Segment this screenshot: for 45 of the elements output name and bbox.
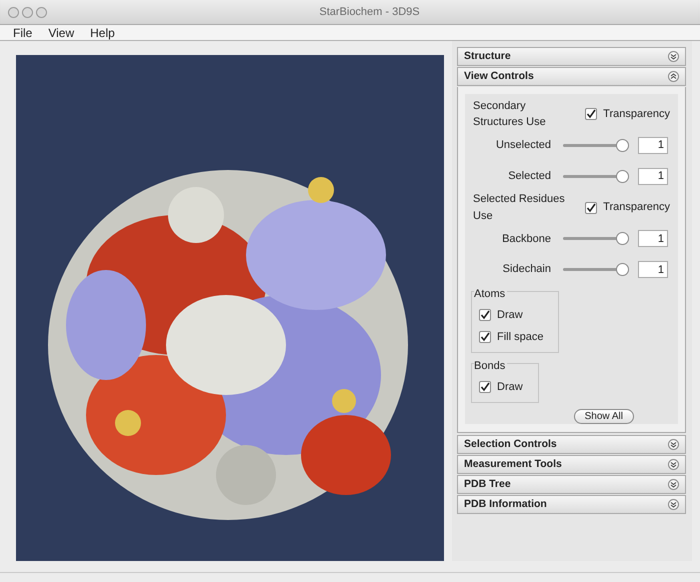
menu-item[interactable]: Help	[90, 24, 115, 42]
slider[interactable]	[563, 170, 629, 183]
slider[interactable]	[563, 263, 629, 276]
checkbox-label: Transparency	[603, 200, 670, 216]
checkbox[interactable]	[585, 202, 598, 214]
control-label: Sidechain	[502, 262, 551, 278]
panel-header[interactable]: Measurement Tools	[457, 455, 686, 474]
checkbox[interactable]	[479, 381, 491, 393]
slider-thumb[interactable]	[616, 138, 629, 152]
slider[interactable]	[563, 138, 629, 152]
slider-thumb[interactable]	[616, 263, 629, 276]
expand-icon[interactable]	[668, 51, 679, 62]
slider-thumb[interactable]	[616, 170, 629, 183]
expand-icon[interactable]	[668, 459, 679, 470]
checkbox-label: Draw	[497, 380, 523, 395]
number-field[interactable]: 1	[638, 168, 668, 185]
checkbox[interactable]	[585, 108, 598, 120]
control-label: Backbone	[501, 232, 551, 247]
number-field[interactable]: 1	[638, 230, 668, 248]
slider[interactable]	[563, 232, 629, 246]
control-label: Secondary Structures Use	[473, 98, 547, 130]
panel-header[interactable]: Selection Controls	[457, 435, 686, 454]
expand-icon[interactable]	[668, 439, 679, 450]
checkbox-label: Fill space	[497, 330, 544, 345]
checkbox-label: Transparency	[603, 106, 670, 122]
window-title: StarBiochem - 3D9S	[319, 4, 420, 20]
menu-item[interactable]: View	[48, 24, 74, 42]
show-all-button[interactable]: Show All	[574, 409, 634, 424]
control-label: Unselected	[494, 138, 551, 154]
control-label: Selected	[507, 168, 551, 184]
number-field[interactable]: 1	[638, 261, 668, 278]
slider-thumb[interactable]	[616, 232, 629, 246]
checkbox-label: Draw	[497, 308, 523, 323]
checkbox[interactable]	[479, 331, 491, 343]
expand-icon[interactable]	[668, 499, 679, 510]
panel-header[interactable]: Structure	[457, 47, 686, 66]
checkbox[interactable]	[479, 309, 491, 321]
expand-icon[interactable]	[668, 479, 679, 490]
panel-header[interactable]: View Controls	[457, 67, 686, 86]
panel-header[interactable]: PDB Tree	[457, 475, 686, 494]
collapse-icon[interactable]	[668, 71, 679, 82]
control-label: Selected Residues Use	[473, 192, 566, 224]
number-field[interactable]: 1	[638, 136, 668, 154]
menu-item[interactable]: File	[13, 24, 32, 42]
panel-header[interactable]: PDB Information	[457, 495, 686, 514]
